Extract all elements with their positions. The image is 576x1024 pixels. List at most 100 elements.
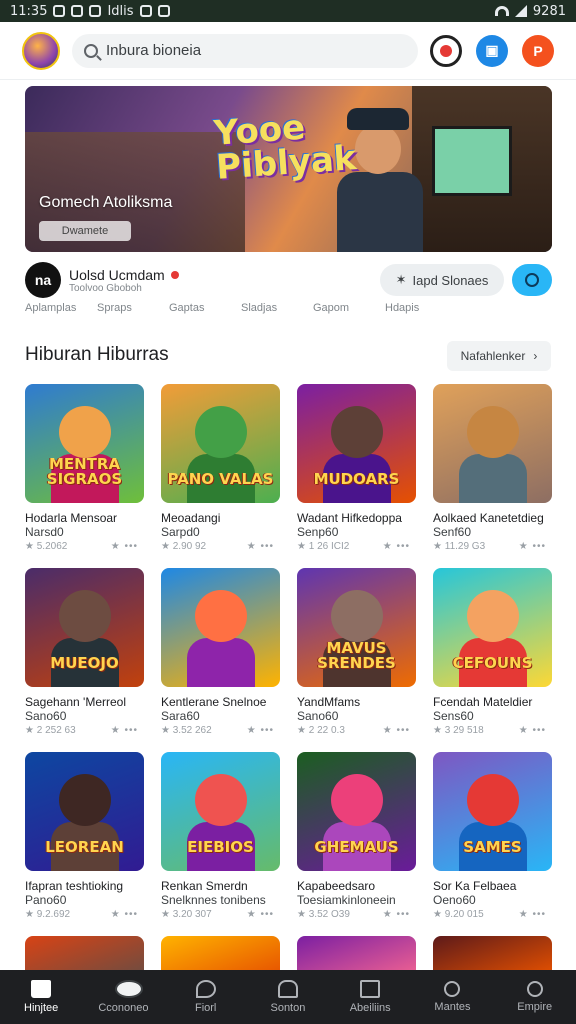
app-name: Kapabeedsaro <box>297 879 376 893</box>
banner-screen-art <box>432 126 512 196</box>
more-options-icon[interactable]: ★ ••• <box>383 725 410 736</box>
refresh-button[interactable] <box>512 264 552 296</box>
app-card[interactable]: LEOREAN Ifapran teshtioking Pano60 ★ 9.2.69… <box>25 752 144 936</box>
target-icon[interactable] <box>430 34 462 67</box>
more-options-icon[interactable]: ★ ••• <box>519 909 546 920</box>
developer-avatar[interactable]: na <box>25 262 61 298</box>
category-chips: Aplamplas Spraps Gaptas Sladjas Gapom Hd… <box>25 302 552 318</box>
app-thumbnail[interactable]: CEFOUNS <box>433 568 552 687</box>
nav-item-home[interactable]: Hinjtee <box>0 970 82 1024</box>
app-card[interactable]: MUDOARS Wadant Hifkedoppa Senp60 ★ 1 26 ICI… <box>297 384 416 568</box>
app-name: Fcendah Mateldier <box>433 695 533 709</box>
banner-logo-title: Yooe Piblyak <box>212 107 358 188</box>
app-name: Sor Ka Felbaea <box>433 879 517 893</box>
nav-label: Mantes <box>434 1001 471 1013</box>
more-options-icon[interactable]: ★ ••• <box>519 725 546 736</box>
house-icon <box>277 980 298 998</box>
section-title: Hiburan Hiburras <box>25 344 169 365</box>
app-thumbnail[interactable]: EIEBIOS <box>161 752 280 871</box>
app-rating: ★ 2.90 92 <box>161 541 207 552</box>
more-options-icon[interactable]: ★ ••• <box>111 725 138 736</box>
chip-item[interactable]: Sladjas <box>241 302 313 318</box>
app-logo[interactable] <box>22 31 60 70</box>
nav-item-list[interactable]: Abeiliins <box>329 970 411 1024</box>
app-thumbnail[interactable]: MAVUS SRENDES <box>297 568 416 687</box>
character-head-art <box>59 590 111 642</box>
chip-item[interactable]: Spraps <box>97 302 169 318</box>
app-rating: ★ 5.2062 <box>25 541 68 552</box>
app-rating: ★ 2 22 0.3 <box>297 725 345 736</box>
nav-item-chat[interactable]: Fiorl <box>165 970 247 1024</box>
app-meta: ★ 9.2.692 ★ ••• <box>25 909 144 920</box>
app-thumbnail[interactable]: MUEOJO <box>25 568 144 687</box>
list-icon <box>360 980 381 998</box>
app-card[interactable]: SAMES Sor Ka Felbaea Oeno60 ★ 9.20 015 ★ ••• <box>433 752 552 936</box>
chip-item[interactable]: Gaptas <box>169 302 241 318</box>
character-head-art <box>467 774 519 826</box>
app-card[interactable]: CEFOUNS Fcendah Mateldier Sens60 ★ 3 29 518… <box>433 568 552 752</box>
chip-item[interactable]: Aplamplas <box>25 302 97 318</box>
app-card[interactable]: MUEOJO Sagehann 'Merreol Sano60 ★ 2 252 63 ★… <box>25 568 144 752</box>
search-input[interactable]: Inbura bioneia <box>106 42 201 59</box>
app-rating: ★ 2 252 63 <box>25 725 76 736</box>
app-developer: Senp60 <box>297 525 339 539</box>
app-card[interactable]: EIEBIOS Renkan Smerdn Snelknnes tonibens ★ … <box>161 752 280 936</box>
nav-label: Empire <box>517 1001 553 1013</box>
refresh-icon <box>525 273 539 287</box>
chip-item[interactable]: Hdapis <box>385 302 457 318</box>
nav-item-profile[interactable]: Empire <box>494 970 576 1024</box>
see-more-button[interactable]: Nafahlenker › <box>447 341 551 371</box>
app-thumbnail[interactable]: MUDOARS <box>297 384 416 503</box>
store-icon[interactable]: ▣ <box>476 34 508 67</box>
app-name: Kentlerane Snelnoe <box>161 695 267 709</box>
nav-item-house[interactable]: Sonton <box>247 970 329 1024</box>
app-meta: ★ 1 26 ICI2 ★ ••• <box>297 541 416 552</box>
app-thumbnail[interactable] <box>433 384 552 503</box>
more-options-icon[interactable]: ★ ••• <box>519 541 546 552</box>
install-pill-button[interactable]: ✶ Iapd Slonaes <box>380 264 504 296</box>
app-thumbnail[interactable]: MENTRA SIGRAOS <box>25 384 144 503</box>
search-bar[interactable]: Inbura bioneia <box>72 33 418 68</box>
character-head-art <box>467 590 519 642</box>
wifi-icon <box>494 6 509 16</box>
more-options-icon[interactable]: ★ ••• <box>247 725 274 736</box>
character-head-art <box>195 406 247 458</box>
app-card[interactable]: MAVUS SRENDES YandMfams Sano60 ★ 2 22 0.3 ★ … <box>297 568 416 752</box>
banner-button[interactable]: Dwamete <box>39 221 131 241</box>
app-meta: ★ 3.52 262 ★ ••• <box>161 725 280 736</box>
thumbnail-title: MUDOARS <box>313 470 400 488</box>
app-thumbnail[interactable]: PANO VALAS <box>161 384 280 503</box>
bottom-navigation: Hinjtee Ccononeo Fiorl Sonton Abeiliins Mante… <box>0 970 576 1024</box>
app-card[interactable]: Kentlerane Snelnoe Sara60 ★ 3.52 262 ★ ••• <box>161 568 280 752</box>
app-name: Meoadangi <box>161 511 221 525</box>
app-thumbnail[interactable]: GHEMAUS <box>297 752 416 871</box>
featured-banner[interactable]: Yooe Piblyak Gomech Atoliksma Dwamete <box>25 86 552 252</box>
app-name: Hodarla Mensoar <box>25 511 118 525</box>
app-card[interactable]: GHEMAUS Kapabeedsaro Toesiamkinloneein ★ 3.… <box>297 752 416 936</box>
more-options-icon[interactable]: ★ ••• <box>247 909 274 920</box>
more-options-icon[interactable]: ★ ••• <box>383 541 410 552</box>
nav-item-search[interactable]: Ccononeo <box>82 970 164 1024</box>
app-meta: ★ 11.29 G3 ★ ••• <box>433 541 552 552</box>
nav-label: Hinjtee <box>24 1002 59 1014</box>
nav-item-person[interactable]: Mantes <box>411 970 493 1024</box>
notification-icon <box>53 5 66 17</box>
more-options-icon[interactable]: ★ ••• <box>111 541 138 552</box>
app-rating: ★ 11.29 G3 <box>433 541 486 552</box>
profile-p-icon[interactable]: P <box>522 34 554 67</box>
app-developer: Snelknnes tonibens <box>161 893 266 907</box>
character-head-art <box>331 406 383 458</box>
app-thumbnail[interactable]: LEOREAN <box>25 752 144 871</box>
more-options-icon[interactable]: ★ ••• <box>383 909 410 920</box>
more-options-icon[interactable]: ★ ••• <box>247 541 274 552</box>
app-thumbnail[interactable]: SAMES <box>433 752 552 871</box>
thumbnail-title: GHEMAUS <box>314 838 399 856</box>
more-options-icon[interactable]: ★ ••• <box>111 909 138 920</box>
app-card[interactable]: PANO VALAS Meoadangi Sarpd0 ★ 2.90 92 ★ ••• <box>161 384 280 568</box>
app-card[interactable]: Aolkaed Kanetetdieg Senf60 ★ 11.29 G3 ★ ••• <box>433 384 552 568</box>
character-head-art <box>331 774 383 826</box>
app-card[interactable]: MENTRA SIGRAOS Hodarla Mensoar Narsd0 ★ 5.2… <box>25 384 144 568</box>
app-meta: ★ 5.2062 ★ ••• <box>25 541 144 552</box>
chip-item[interactable]: Gapom <box>313 302 385 318</box>
app-thumbnail[interactable] <box>161 568 280 687</box>
